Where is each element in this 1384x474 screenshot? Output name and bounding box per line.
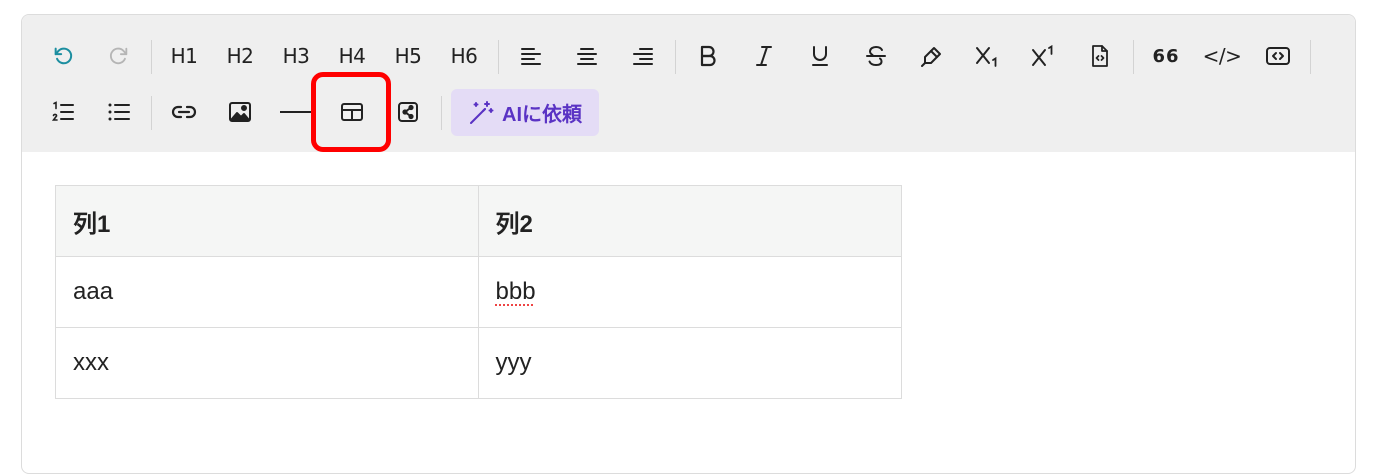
redo-button[interactable] [95, 32, 143, 80]
heading-2-button[interactable]: H2 [216, 32, 264, 80]
bold-button[interactable] [684, 32, 732, 80]
magic-wand-icon [470, 100, 494, 124]
toolbar-divider [151, 40, 152, 74]
bullet-list-button[interactable] [95, 88, 143, 136]
code-block-button[interactable] [1254, 32, 1302, 80]
table-cell[interactable]: bbb [477, 256, 902, 328]
image-icon [229, 102, 251, 122]
ordered-list-button[interactable] [39, 88, 87, 136]
highlighter-icon [921, 47, 941, 67]
heading-6-button[interactable]: H6 [440, 32, 488, 80]
share-icon [398, 102, 418, 122]
blockquote-button[interactable]: 66 [1142, 32, 1190, 80]
bold-icon [700, 45, 716, 67]
image-button[interactable] [216, 88, 264, 136]
heading-1-button[interactable]: H1 [160, 32, 208, 80]
insert-table-button[interactable] [328, 88, 376, 136]
link-icon [171, 105, 197, 119]
ordered-list-icon [51, 101, 74, 121]
heading-3-button[interactable]: H3 [272, 32, 320, 80]
align-left-icon [521, 48, 541, 65]
code-block-icon [1266, 47, 1290, 65]
table-header-cell[interactable]: 列1 [55, 185, 479, 257]
superscript-button[interactable] [1020, 32, 1068, 80]
horizontal-rule-icon [280, 111, 312, 113]
subscript-icon [976, 47, 997, 67]
underline-button[interactable] [796, 32, 844, 80]
rich-text-editor: H1 H2 H3 H4 H5 H6 66 </> AIに依頼 列1 列2 aaa… [21, 14, 1356, 474]
code-file-icon [1092, 45, 1108, 67]
align-center-icon [577, 48, 597, 65]
heading-4-button[interactable]: H4 [328, 32, 376, 80]
subscript-button[interactable] [964, 32, 1012, 80]
superscript-icon [1032, 45, 1053, 66]
toolbar-row-1: H1 H2 H3 H4 H5 H6 66 </> [22, 28, 1355, 84]
table-row: xxx yyy [55, 327, 902, 399]
italic-icon [756, 46, 772, 66]
share-button[interactable] [384, 88, 432, 136]
undo-button[interactable] [39, 32, 87, 80]
redo-icon [109, 47, 128, 65]
toolbar-divider [1133, 40, 1134, 74]
toolbar-divider [675, 40, 676, 74]
inline-code-button[interactable]: </> [1198, 32, 1246, 80]
align-right-button[interactable] [619, 32, 667, 80]
table-cell[interactable]: xxx [55, 327, 479, 399]
toolbar-divider [151, 96, 152, 130]
toolbar-divider [441, 96, 442, 130]
align-center-button[interactable] [563, 32, 611, 80]
table-cell[interactable]: aaa [55, 256, 479, 328]
align-left-button[interactable] [507, 32, 555, 80]
underline-icon [812, 46, 828, 66]
toolbar-divider [498, 40, 499, 74]
heading-5-button[interactable]: H5 [384, 32, 432, 80]
ask-ai-label: AIに依頼 [502, 104, 582, 126]
strikethrough-icon [866, 45, 886, 67]
content-table[interactable]: 列1 列2 aaa bbb xxx yyy [55, 185, 902, 399]
toolbar-divider [1310, 40, 1311, 74]
link-button[interactable] [160, 88, 208, 136]
bullet-list-icon [108, 103, 130, 121]
table-icon [341, 103, 363, 121]
highlight-button[interactable] [908, 32, 956, 80]
code-file-button[interactable] [1076, 32, 1124, 80]
ask-ai-button[interactable]: AIに依頼 [451, 89, 599, 136]
editor-toolbar: H1 H2 H3 H4 H5 H6 66 </> AIに依頼 [22, 15, 1355, 152]
toolbar-row-2: AIに依頼 [22, 84, 1355, 140]
strikethrough-button[interactable] [852, 32, 900, 80]
undo-icon [54, 47, 73, 65]
table-header-cell[interactable]: 列2 [477, 185, 902, 257]
table-cell[interactable]: yyy [477, 327, 902, 399]
table-row: aaa bbb [55, 256, 902, 328]
align-right-icon [633, 48, 653, 65]
horizontal-rule-button[interactable] [272, 88, 320, 136]
italic-button[interactable] [740, 32, 788, 80]
misspelled-word: bbb [495, 278, 536, 305]
table-header-row: 列1 列2 [55, 185, 902, 257]
